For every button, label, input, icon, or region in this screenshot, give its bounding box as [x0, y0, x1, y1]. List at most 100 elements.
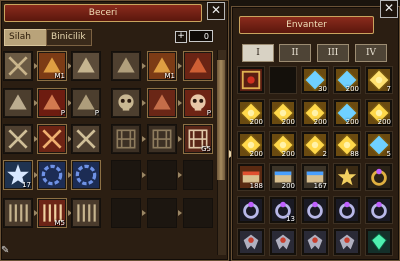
- pillars-icon: [73, 200, 99, 226]
- skill-link-arrow-icon: [142, 63, 146, 69]
- empty-icon: [113, 200, 139, 226]
- skull-icon: [113, 90, 139, 116]
- skill-window-title[interactable]: Beceri: [4, 4, 202, 22]
- ring-silver-icon: [336, 199, 358, 221]
- star-gold-icon: [336, 166, 358, 188]
- inventory-tab-4[interactable]: IV: [355, 44, 387, 62]
- add-skill-point-button[interactable]: +: [175, 31, 187, 43]
- inventory-tab-2[interactable]: II: [279, 44, 311, 62]
- skill-icon-axes[interactable]: [3, 124, 33, 154]
- pillars-icon: [5, 200, 31, 226]
- skill-points-display: 0: [189, 30, 213, 42]
- skill-level-label: G5: [201, 145, 211, 153]
- tab-silah[interactable]: Silah: [4, 29, 48, 46]
- skill-link-arrow-icon: [178, 136, 182, 142]
- empty-icon: [272, 69, 294, 91]
- skill-icon-pillars[interactable]: [71, 198, 101, 228]
- axes-icon: [5, 126, 31, 152]
- item-count-label: 167: [313, 182, 327, 190]
- inventory-item-ring-silver[interactable]: [301, 196, 329, 224]
- skill-icon-sword[interactable]: [3, 88, 33, 118]
- skill-icon-rune-grid[interactable]: [111, 124, 141, 154]
- item-count-label: 13: [286, 215, 295, 223]
- skill-icon-flame-mark[interactable]: [147, 88, 177, 118]
- inventory-slot-empty[interactable]: [269, 66, 297, 94]
- skill-icon-claw[interactable]: [183, 51, 213, 81]
- inventory-item-scroll-blue[interactable]: 200: [269, 163, 297, 191]
- inventory-item-gold-blue-orb[interactable]: 5: [365, 131, 393, 159]
- ring-silver-icon: [240, 199, 262, 221]
- item-count-label: 200: [377, 118, 391, 126]
- inventory-item-gold-gem[interactable]: 200: [301, 99, 329, 127]
- inventory-item-scroll-red[interactable]: 188: [237, 163, 265, 191]
- skill-icon-axes-red[interactable]: [37, 124, 67, 154]
- inventory-item-gold-gem[interactable]: 88: [333, 131, 361, 159]
- skill-slot-empty: [147, 160, 177, 190]
- inventory-item-ring-silver[interactable]: [237, 196, 265, 224]
- armor-wing-icon: [240, 231, 262, 253]
- item-count-label: 200: [281, 150, 295, 158]
- skill-icon-crescent[interactable]: [111, 51, 141, 81]
- inventory-close-button[interactable]: ✕: [380, 0, 398, 18]
- inventory-item-gold-gem[interactable]: 200: [269, 131, 297, 159]
- crescent-icon: [113, 53, 139, 79]
- inventory-item-armor-wing[interactable]: [301, 228, 329, 256]
- item-count-label: 200: [281, 118, 295, 126]
- skill-icon-star-blue[interactable]: 17: [3, 160, 33, 190]
- skill-icon-bird-gold[interactable]: M1: [37, 51, 67, 81]
- skill-icon-bird-gold[interactable]: M1: [147, 51, 177, 81]
- skill-icon-rune-grid-red[interactable]: G5: [183, 124, 213, 154]
- skill-icon-crossed-blades[interactable]: [3, 51, 33, 81]
- item-count-label: 200: [249, 118, 263, 126]
- skill-icon-eagle[interactable]: [71, 51, 101, 81]
- inventory-item-ring-gold[interactable]: [365, 163, 393, 191]
- skill-close-button[interactable]: ✕: [207, 2, 225, 20]
- inventory-item-scroll-blue[interactable]: 167: [301, 163, 329, 191]
- inventory-item-gold-blue-orb[interactable]: 200: [333, 66, 361, 94]
- inventory-item-ring-silver[interactable]: 13: [269, 196, 297, 224]
- skill-link-arrow-icon: [178, 100, 182, 106]
- skill-icon-spiral-blue[interactable]: [71, 160, 101, 190]
- axes-red-icon: [39, 126, 65, 152]
- skill-level-label: P: [206, 109, 211, 117]
- inventory-item-ornate-red[interactable]: [237, 66, 265, 94]
- inventory-item-ring-silver[interactable]: [365, 196, 393, 224]
- skill-scrollbar-handle[interactable]: [217, 60, 225, 180]
- eagle-icon: [73, 53, 99, 79]
- inventory-item-gold-blue-orb[interactable]: 200: [333, 99, 361, 127]
- empty-icon: [185, 162, 211, 188]
- skill-icon-skull[interactable]: [111, 88, 141, 118]
- skill-icon-pillars-red[interactable]: M5: [37, 198, 67, 228]
- axes-icon: [73, 126, 99, 152]
- inventory-item-gold-gem[interactable]: 200: [237, 99, 265, 127]
- inventory-item-gold-gem[interactable]: 200: [237, 131, 265, 159]
- inventory-item-gold-blue-orb[interactable]: 30: [301, 66, 329, 94]
- inventory-tab-1[interactable]: I: [242, 44, 274, 62]
- inventory-item-gold-gem[interactable]: 200: [365, 99, 393, 127]
- skill-icon-axes[interactable]: [71, 124, 101, 154]
- skill-icon-skull-red[interactable]: P: [183, 88, 213, 118]
- inventory-item-gold-orb[interactable]: 7: [365, 66, 393, 94]
- skill-icon-rune-grid[interactable]: [147, 124, 177, 154]
- skill-icon-spiral-blue[interactable]: [37, 160, 67, 190]
- skill-level-label: M5: [54, 219, 66, 227]
- inventory-item-gold-gem[interactable]: 200: [269, 99, 297, 127]
- ring-gold-icon: [368, 166, 390, 188]
- inventory-item-ring-silver[interactable]: [333, 196, 361, 224]
- skill-icon-strike[interactable]: P: [71, 88, 101, 118]
- inventory-item-gem-green[interactable]: [365, 228, 393, 256]
- tab-binicilik[interactable]: Binicilik: [46, 29, 92, 46]
- inventory-item-armor-wing[interactable]: [269, 228, 297, 256]
- item-count-label: 200: [345, 118, 359, 126]
- rune-grid-icon: [149, 126, 175, 152]
- inventory-item-star-gold[interactable]: [333, 163, 361, 191]
- skill-icon-strike-red[interactable]: P: [37, 88, 67, 118]
- inventory-tab-3[interactable]: III: [317, 44, 349, 62]
- inventory-item-armor-wing[interactable]: [237, 228, 265, 256]
- skill-icon-pillars[interactable]: [3, 198, 33, 228]
- inventory-item-armor-wing[interactable]: [333, 228, 361, 256]
- inventory-window-title[interactable]: Envanter: [239, 16, 374, 34]
- item-count-label: 30: [318, 85, 327, 93]
- inventory-item-gold-gem[interactable]: 2: [301, 131, 329, 159]
- ring-silver-icon: [304, 199, 326, 221]
